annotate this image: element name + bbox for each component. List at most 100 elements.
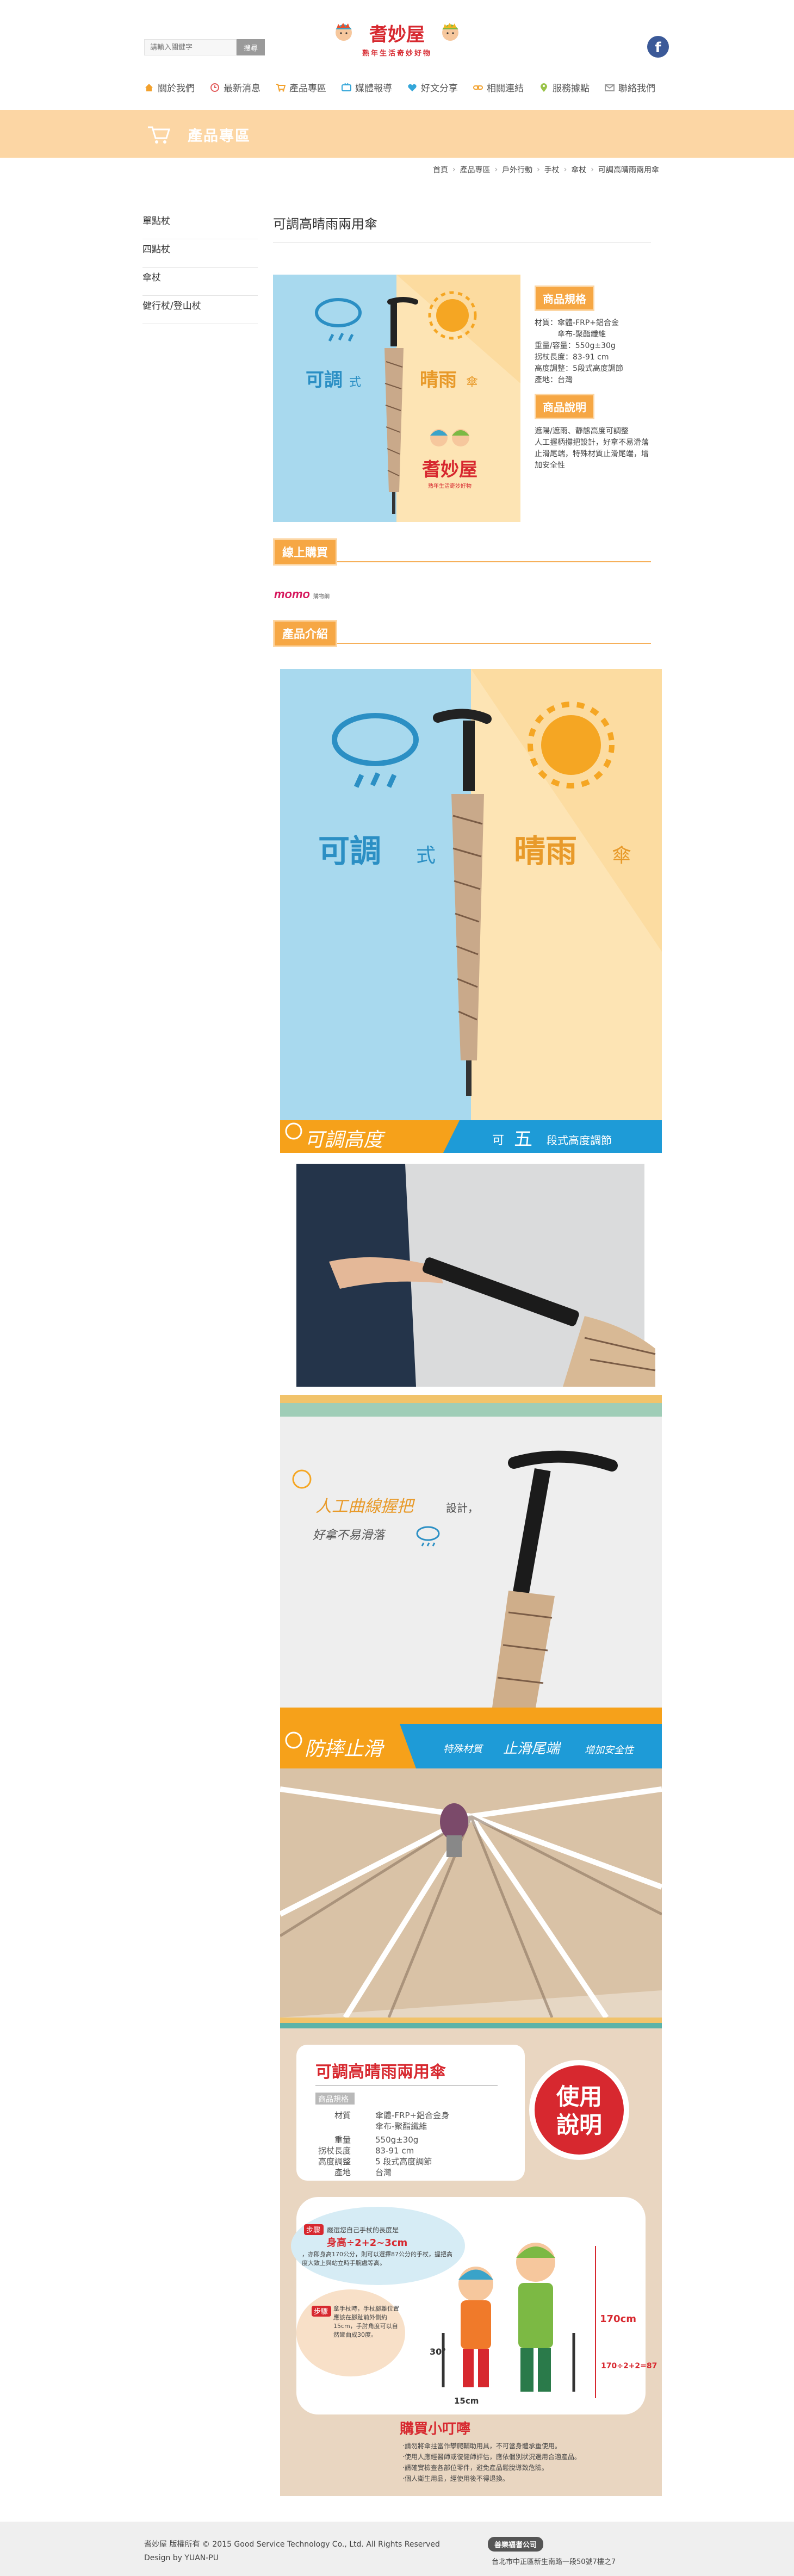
nav-item-contact[interactable]: 聯絡我們 bbox=[605, 80, 655, 94]
nav-item-links[interactable]: 相關連結 bbox=[473, 80, 524, 94]
thumb-logo-text: 耆妙屋 bbox=[422, 459, 477, 481]
intro-adjust-section: 可調高度 可 五 段式高度調節 bbox=[280, 1120, 662, 1417]
card-title: 可調高晴雨兩用傘 bbox=[315, 2063, 446, 2082]
nav-item-locations[interactable]: 服務據點 bbox=[539, 80, 590, 94]
nav-label: 相關連結 bbox=[487, 83, 524, 94]
intro-usage-section: 可調高晴雨兩用傘 商品規格 材質 傘體-FRP+鋁合金身 傘布-聚酯纖維 重量 … bbox=[280, 2028, 662, 2496]
banner-title: 產品專區 bbox=[188, 128, 251, 145]
hero-left-text: 可調 bbox=[318, 833, 381, 870]
hero-right-text: 晴雨 bbox=[514, 833, 577, 870]
usage-badge: 使用 說明 bbox=[529, 2060, 629, 2160]
dim-height: 170cm bbox=[600, 2313, 636, 2325]
step1-tag: 步驟 bbox=[306, 2226, 320, 2234]
pin-icon bbox=[540, 83, 548, 92]
mail-icon bbox=[605, 84, 615, 91]
slip-illustration: 防摔止滑 特殊材質 止滑尾端 增加安全性 bbox=[280, 1708, 662, 2028]
spec-list: 材質：傘體-FRP+鋁合金 傘布-聚酯纖維 重量/容量：550g±30g 拐杖長… bbox=[535, 318, 654, 386]
grip-line2: 好拿不易滑落 bbox=[313, 1529, 386, 1542]
site-logo[interactable]: 耆妙屋 熟年生活奇妙好物 bbox=[332, 16, 462, 65]
sidebar-item-quad-point[interactable]: 四點杖 bbox=[142, 239, 258, 268]
thumb-right-small: 傘 bbox=[466, 376, 478, 389]
nav-item-products[interactable]: 產品專區 bbox=[276, 80, 326, 94]
card-spec-v: 傘布-聚酯纖維 bbox=[375, 2121, 427, 2131]
grip-line1: 人工曲線握把 bbox=[315, 1497, 415, 1516]
cart-icon bbox=[276, 83, 286, 91]
thumb-right-text: 晴雨 bbox=[420, 369, 457, 391]
breadcrumb-item[interactable]: 首頁 bbox=[433, 164, 448, 175]
product-content: 可調高晴雨兩用傘 bbox=[273, 213, 651, 243]
step1-text-c: ，亦即身高170公分，則可以選擇87公分的手杖，握把高度大致上與站立時手腕處等高… bbox=[302, 2251, 452, 2267]
breadcrumb-item[interactable]: 手杖 bbox=[544, 164, 560, 175]
adjust-title: 可調高度 bbox=[305, 1129, 386, 1151]
card-spec-v: 傘體-FRP+鋁合金身 bbox=[375, 2111, 449, 2120]
nav-item-articles[interactable]: 好文分享 bbox=[407, 80, 458, 94]
nav-label: 好文分享 bbox=[421, 83, 458, 94]
facebook-icon[interactable]: f bbox=[647, 36, 669, 58]
breadcrumb-item[interactable]: 傘杖 bbox=[571, 164, 586, 175]
spec-line: 產地：台灣 bbox=[535, 376, 573, 384]
sidebar-item-umbrella-cane[interactable]: 傘杖 bbox=[142, 268, 258, 296]
breadcrumb-separator: › bbox=[452, 165, 456, 174]
adjust-illustration: 可調高度 可 五 段式高度調節 bbox=[280, 1120, 662, 1417]
momo-sub: 購物網 bbox=[313, 594, 330, 600]
desc-tag: 商品說明 bbox=[535, 394, 594, 419]
breadcrumb-current: 可調高晴雨兩用傘 bbox=[598, 166, 659, 175]
card-spec-k: 重量 bbox=[334, 2135, 351, 2145]
nav-item-media[interactable]: 媒體報導 bbox=[342, 80, 392, 94]
nav-label: 關於我們 bbox=[158, 83, 195, 94]
thumb-logo-tagline: 熟年生活奇妙好物 bbox=[428, 482, 472, 489]
card-spec-v: 台灣 bbox=[375, 2168, 392, 2177]
desc-line: 止滑尾端，特殊材質止滑尾端，增加安全性 bbox=[535, 450, 649, 470]
intro-slip-section: 防摔止滑 特殊材質 止滑尾端 增加安全性 bbox=[280, 1708, 662, 2028]
card-spec-k: 產地 bbox=[334, 2168, 351, 2177]
news-icon bbox=[210, 83, 219, 92]
product-image[interactable]: 可調 式 晴雨 傘 耆妙屋 熟年生活奇妙好物 bbox=[273, 275, 520, 522]
tips-line: ‧請勿將傘拄當作攀爬輔助用具，不可當身體承重使用。 bbox=[402, 2442, 561, 2450]
logo-tagline: 熟年生活奇妙好物 bbox=[362, 49, 432, 58]
hero-right-small: 傘 bbox=[612, 845, 631, 867]
spec-line: 高度調整：5段式高度調節 bbox=[535, 364, 623, 373]
breadcrumb-separator: › bbox=[494, 165, 498, 174]
adjust-sub-num: 五 bbox=[514, 1128, 532, 1150]
sidebar-item-hiking-pole[interactable]: 健行杖/登山杖 bbox=[142, 296, 258, 324]
search-button[interactable]: 搜尋 bbox=[237, 39, 265, 55]
search-input[interactable] bbox=[144, 39, 237, 55]
card-spec-v: 550g±30g bbox=[375, 2135, 418, 2145]
nav-label: 服務據點 bbox=[553, 83, 590, 94]
step1-text-b: 身高÷2+2~3cm bbox=[327, 2237, 407, 2249]
buy-online-tag: 線上購買 bbox=[273, 538, 337, 566]
link-icon bbox=[473, 85, 483, 90]
tips-title: 購買小叮嚀 bbox=[400, 2420, 470, 2437]
dim-dist: 15cm bbox=[454, 2396, 479, 2406]
card-spec-v: 5 段式高度調節 bbox=[375, 2157, 432, 2167]
thumb-left-text: 可調 bbox=[306, 369, 343, 391]
main-nav: 關於我們 最新消息 產品專區 媒體報導 好文分享 相關連結 服務據點 聯絡我們 bbox=[144, 80, 655, 94]
footer-copyright: 耆妙屋 版權所有 © 2015 Good Service Technology … bbox=[144, 2540, 440, 2549]
product-intro-image: 可調 式 晴雨 傘 可調高度 可 五 段式高度調節 人工曲線握把 設計， 好拿不… bbox=[280, 669, 662, 2496]
tv-icon bbox=[342, 82, 351, 91]
footer-copyright-block: 耆妙屋 版權所有 © 2015 Good Service Technology … bbox=[144, 2538, 440, 2565]
breadcrumb-item[interactable]: 產品專區 bbox=[460, 164, 491, 175]
card-spec-k: 拐杖長度 bbox=[318, 2146, 351, 2156]
breadcrumb-separator: › bbox=[537, 165, 540, 174]
nav-item-news[interactable]: 最新消息 bbox=[210, 80, 260, 94]
cart-icon bbox=[148, 126, 171, 144]
search-bar: 搜尋 bbox=[144, 39, 265, 55]
nav-item-about[interactable]: 關於我們 bbox=[144, 80, 195, 94]
product-title: 可調高晴雨兩用傘 bbox=[273, 213, 651, 243]
nav-label: 產品專區 bbox=[289, 83, 326, 94]
momo-store-link[interactable]: momo 購物網 bbox=[274, 587, 330, 601]
card-spec-tag: 商品規格 bbox=[318, 2095, 349, 2104]
adjust-sub-suffix: 段式高度調節 bbox=[547, 1134, 612, 1147]
breadcrumb-item[interactable]: 戶外行動 bbox=[502, 164, 532, 175]
step1-text-a: 嚴選您自己手杖的長度是 bbox=[327, 2226, 399, 2234]
spec-panel: 商品規格 材質：傘體-FRP+鋁合金 傘布-聚酯纖維 重量/容量：550g±30… bbox=[535, 285, 654, 471]
buy-online-header: 線上購買 bbox=[273, 538, 651, 566]
tips-line: ‧個人衛生用品，經使用後不得退換。 bbox=[402, 2474, 509, 2482]
breadcrumb-separator: › bbox=[591, 165, 594, 174]
sidebar-item-single-point[interactable]: 單點杖 bbox=[142, 211, 258, 239]
page-banner: 產品專區 bbox=[0, 110, 794, 158]
card-spec-k: 高度調整 bbox=[318, 2157, 351, 2167]
breadcrumb: 首頁 › 產品專區 › 戶外行動 › 手杖 › 傘杖 › 可調高晴雨兩用傘 bbox=[433, 164, 659, 175]
card-spec-k: 材質 bbox=[334, 2111, 351, 2120]
